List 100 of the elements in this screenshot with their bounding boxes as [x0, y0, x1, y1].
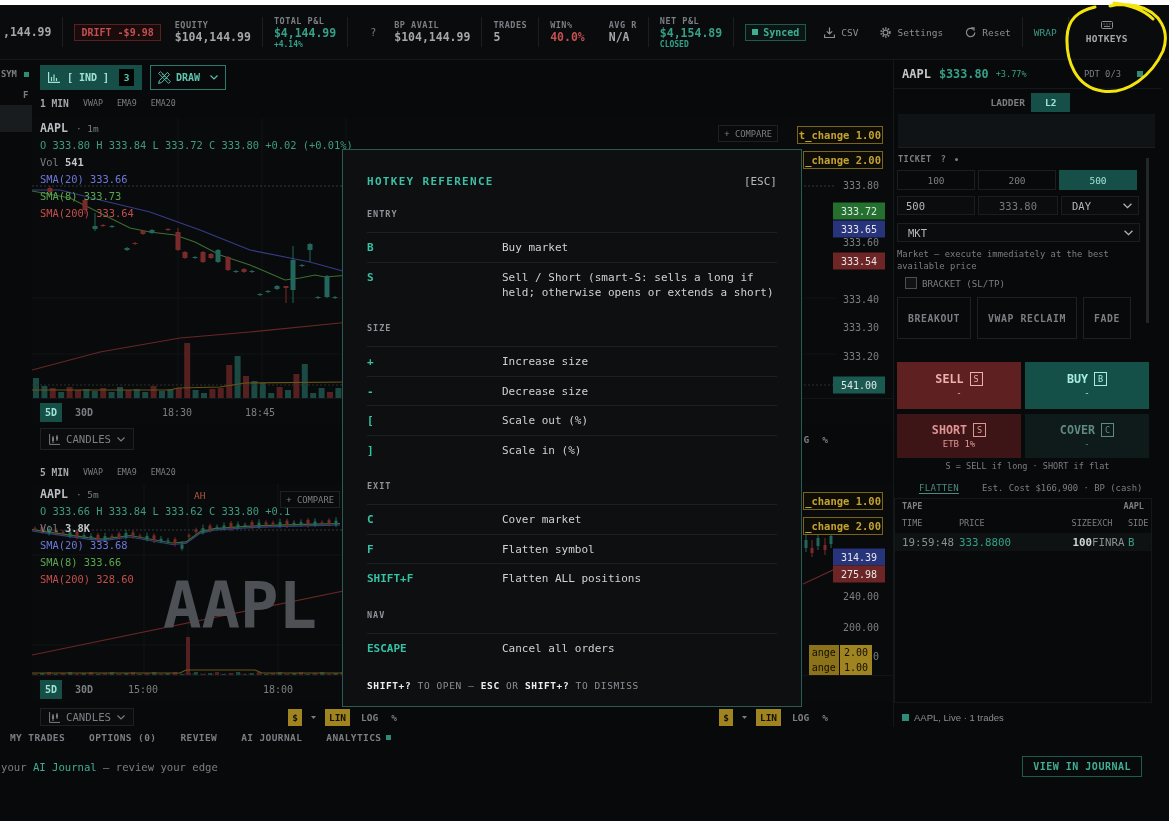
quantity-field[interactable]: 500	[897, 196, 975, 215]
hotkeys-button[interactable]: HOTKEYS	[1079, 20, 1134, 44]
table-cell: 19:59:48	[902, 535, 954, 549]
scale-button[interactable]: %	[389, 708, 399, 726]
compare-button[interactable]: + COMPARE	[718, 125, 778, 142]
scale-button[interactable]: LOG	[790, 708, 812, 726]
nav-tab[interactable]: MY TRADES	[10, 731, 66, 743]
journal-link[interactable]: AI Journal	[32, 760, 97, 773]
moving-average-readout: SMA(200) 333.64	[40, 206, 134, 221]
short-button[interactable]: SHORT S ETB 1%	[897, 414, 1021, 458]
size-preset-button[interactable]: 100	[897, 170, 975, 190]
chart-type-button[interactable]: CANDLES	[40, 428, 135, 450]
volume-readout: Vol 3.8K	[40, 521, 91, 536]
close-button[interactable]: [ESC]	[743, 174, 777, 188]
checkbox[interactable]	[905, 277, 917, 289]
stat-label: TOTAL P&L	[273, 15, 325, 26]
indicator-tag: ange	[808, 660, 839, 675]
compare-button[interactable]: + COMPARE	[280, 491, 340, 508]
key-label: B	[367, 241, 374, 254]
nav-tab[interactable]: OPTIONS (0)	[89, 731, 157, 743]
action-description: Cancel all orders	[502, 641, 615, 655]
size-preset-button[interactable]: 200	[978, 170, 1056, 190]
csv-export-button[interactable]: CSV	[824, 26, 859, 38]
sync-status-label: Synced	[763, 26, 800, 38]
help-button[interactable]: ?	[366, 26, 381, 38]
view-tab[interactable]: L2	[1030, 93, 1071, 112]
nav-tab[interactable]: REVIEW	[180, 731, 218, 743]
column-header: SIDE	[1128, 518, 1149, 528]
table-cell: B	[1128, 535, 1135, 549]
chart-type-button[interactable]: CANDLES	[40, 708, 135, 726]
time-axis-label: 15:00	[127, 683, 159, 695]
size-preset-button[interactable]: 500	[1059, 170, 1137, 190]
scale-button[interactable]: $	[719, 708, 733, 726]
stat-label: BP AVAIL	[394, 20, 440, 30]
action-description: Sell / Short (smart-S: sells a long if held; otherwise opens or extends a short)	[502, 270, 774, 299]
time-axis-label: 18:45	[244, 406, 276, 418]
nav-tab[interactable]: ANALYTICS	[326, 731, 392, 743]
moving-average-readout: SMA(200) 328.60	[40, 572, 134, 587]
price-tick-label: 333.60	[842, 237, 879, 249]
view-journal-button[interactable]: VIEW IN JOURNAL	[1022, 756, 1142, 777]
section-heading: NAV	[367, 609, 386, 620]
buy-button[interactable]: BUY B -	[1025, 362, 1149, 409]
key-label: C	[367, 513, 374, 526]
symbol-label: AAPL	[1123, 501, 1144, 511]
study-toggle[interactable]: EMA9	[116, 467, 137, 477]
action-description: Decrease size	[502, 384, 589, 398]
stat-label: NET P&L	[659, 15, 700, 26]
range-button[interactable]: 30D	[70, 402, 99, 422]
stat-subtext: +4.14%	[273, 39, 303, 49]
moving-average-readout: SMA(20) 333.68	[40, 538, 128, 553]
view-tab[interactable]: LADDER	[984, 93, 1031, 112]
key-label: S	[367, 270, 374, 284]
scale-button[interactable]: LIN	[324, 708, 351, 726]
scale-button[interactable]: LIN	[755, 708, 782, 726]
range-button[interactable]: 5D	[40, 679, 63, 699]
reset-button[interactable]: Reset	[965, 26, 1011, 38]
order-type-description: Market — execute immediately at the best available price	[897, 249, 1109, 271]
scale-button[interactable]: $	[288, 708, 302, 726]
setup-button[interactable]: VWAP RECLAIM	[977, 297, 1077, 339]
range-button[interactable]: 30D	[70, 679, 99, 699]
draw-button[interactable]: DRAW	[150, 65, 226, 90]
moving-average-readout: SMA(8) 333.73	[40, 189, 122, 204]
nav-tab[interactable]: AI JOURNAL	[241, 731, 303, 743]
key-label: F	[367, 542, 374, 556]
order-type-select[interactable]: MKT	[897, 223, 1140, 242]
study-toggle[interactable]: EMA20	[150, 467, 176, 477]
scale-button[interactable]: LOG	[359, 708, 381, 726]
indicator-value-tag: 1.00	[839, 660, 872, 675]
indicator-tag: t_change 1.00	[796, 126, 883, 144]
study-toggle[interactable]: EMA9	[116, 98, 137, 108]
scale-button[interactable]: G	[801, 430, 812, 448]
stat-label: WIN%	[550, 20, 573, 30]
timeframe-button[interactable]: 5 MIN	[40, 466, 69, 478]
settings-button[interactable]: Settings	[880, 26, 944, 38]
section-heading: EXIT	[367, 481, 392, 491]
action-description: Buy market	[502, 241, 569, 254]
scale-button[interactable]: %	[820, 708, 830, 726]
price-tick-label: 333.80	[842, 180, 879, 192]
volume-readout: Vol 541	[40, 155, 84, 170]
setup-button[interactable]: FADE	[1083, 297, 1131, 339]
stat-value: $4,144.99	[273, 25, 337, 40]
indicators-button[interactable]: [ IND ] 3	[40, 65, 142, 90]
help-button[interactable]: ?	[940, 154, 946, 164]
study-toggle[interactable]: EMA20	[150, 98, 176, 108]
bar-chart-icon	[48, 72, 60, 83]
action-description: Scale in (%)	[502, 443, 582, 457]
time-in-force-select[interactable]: DAY	[1061, 196, 1139, 215]
timeframe-button[interactable]: 1 MIN	[40, 97, 69, 109]
sell-button[interactable]: SELL S -	[897, 362, 1021, 409]
study-toggle[interactable]: VWAP	[82, 467, 103, 477]
price-marker: 541.00	[833, 376, 885, 394]
toggle-button[interactable]: WRAP	[1033, 26, 1057, 38]
scale-button[interactable]: %	[820, 430, 830, 448]
setup-button[interactable]: BREAKOUT	[897, 297, 971, 339]
range-button[interactable]: 5D	[40, 402, 63, 422]
scrollbar[interactable]	[1146, 158, 1149, 323]
indicator-tag: _change 1.00	[803, 492, 883, 510]
study-toggle[interactable]: VWAP	[82, 98, 103, 108]
price-marker: 333.65	[833, 220, 885, 238]
price-field[interactable]: 333.80	[978, 196, 1058, 215]
